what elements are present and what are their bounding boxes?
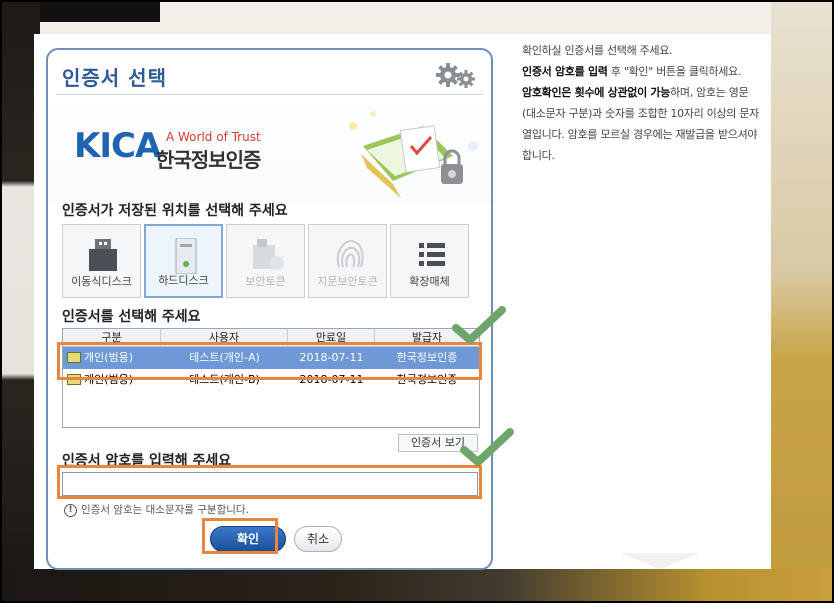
storage-label: 이동식디스크 <box>71 275 132 288</box>
cell-issuer: 한국정보인증 <box>396 373 458 386</box>
background-top <box>0 0 834 36</box>
view-certificate-button[interactable]: 인증서 보기 <box>398 434 478 452</box>
cell-user: 테스트(개인-A) <box>189 351 260 364</box>
list-icon <box>419 243 445 266</box>
password-input[interactable] <box>62 472 478 496</box>
fingerprint-icon <box>336 240 364 268</box>
storage-fingerprint-token[interactable]: 지문보안토큰 <box>308 224 387 298</box>
column-user: 사용자 <box>161 329 288 346</box>
instruction-line-1: 확인하실 인증서를 선택해 주세요. <box>522 44 673 57</box>
cell-type: 개인(범용) <box>63 369 161 391</box>
certificate-dialog: 인증서 선택 KICA A World of Trust 한국정보인증 인증서가… <box>46 48 493 570</box>
usb-drive-icon <box>89 239 117 271</box>
password-hint: ! 인증서 암호는 대소문자를 구분합니다. <box>64 502 249 517</box>
storage-hard-disk[interactable]: 하드디스크 <box>144 224 223 298</box>
logo-name-korean: 한국정보인증 <box>156 148 261 172</box>
cell-type: 개인(범용) <box>63 347 161 369</box>
storage-location-label: 인증서가 저장된 위치를 선택해 주세요 <box>62 203 288 219</box>
instructions-text: 확인하실 인증서를 선택해 주세요. 인증서 암호를 입력 후 "확인" 버튼을… <box>522 40 762 166</box>
table-header: 구분 사용자 만료일 발급자 <box>63 329 479 347</box>
cell-expiry: 2018-07-11 <box>299 373 364 386</box>
title-divider <box>56 94 483 95</box>
password-label: 인증서 암호를 입력해 주세요 <box>62 453 232 469</box>
storage-security-token[interactable]: 보안토큰 <box>226 224 305 298</box>
logo-tagline: A World of Trust <box>166 130 261 144</box>
security-token-icon <box>253 239 284 270</box>
decorative-fold <box>620 553 700 569</box>
cell-issuer: 한국정보인증 <box>396 351 458 364</box>
instruction-line-2: 인증서 암호를 입력 후 "확인" 버튼을 클릭하세요. <box>522 65 742 78</box>
certificate-icon <box>67 351 81 363</box>
cancel-button[interactable]: 취소 <box>294 526 342 552</box>
table-row[interactable]: 개인(범용) 테스트(개인-B) 2018-07-11 한국정보인증 <box>63 369 479 391</box>
storage-label: 보안토큰 <box>245 275 286 288</box>
table-row[interactable]: 개인(범용) 테스트(개인-A) 2018-07-11 한국정보인증 <box>63 347 479 369</box>
logo-banner: KICA A World of Trust 한국정보인증 <box>48 96 491 204</box>
storage-label: 지문보안토큰 <box>317 275 378 288</box>
instruction-line-3: 암호확인은 횟수에 상관없이 가능하며, 암호는 영문(대소문자 구분)과 숫자… <box>522 86 759 162</box>
hard-disk-icon <box>175 238 197 274</box>
column-issuer: 발급자 <box>411 331 443 344</box>
column-expiry: 만료일 <box>288 329 375 346</box>
certificate-table: 구분 사용자 만료일 발급자 개인(범용) 테스트(개인-A) 2018-07-… <box>62 328 480 428</box>
background-bottom <box>0 568 834 603</box>
cell-expiry: 2018-07-11 <box>299 351 364 364</box>
kica-logo: KICA <box>74 126 161 166</box>
certificate-folder-icon <box>349 111 478 198</box>
column-type: 구분 <box>63 329 161 346</box>
dialog-title: 인증서 선택 <box>62 66 167 90</box>
storage-options: 이동식디스크 하드디스크 보안토큰 지문보안토큰 확장매체 <box>62 224 480 298</box>
storage-extended-media[interactable]: 확장매체 <box>390 224 469 298</box>
settings-gear-icon[interactable] <box>434 62 476 88</box>
cell-user: 테스트(개인-B) <box>189 373 260 386</box>
storage-label: 하드디스크 <box>158 274 209 287</box>
background-right <box>771 0 834 603</box>
info-icon: ! <box>64 503 77 517</box>
storage-label: 확장매체 <box>409 275 450 288</box>
storage-removable-disk[interactable]: 이동식디스크 <box>62 224 141 298</box>
certificate-select-label: 인증서를 선택해 주세요 <box>62 309 201 325</box>
confirm-button[interactable]: 확인 <box>210 526 286 552</box>
certificate-icon <box>67 373 81 385</box>
